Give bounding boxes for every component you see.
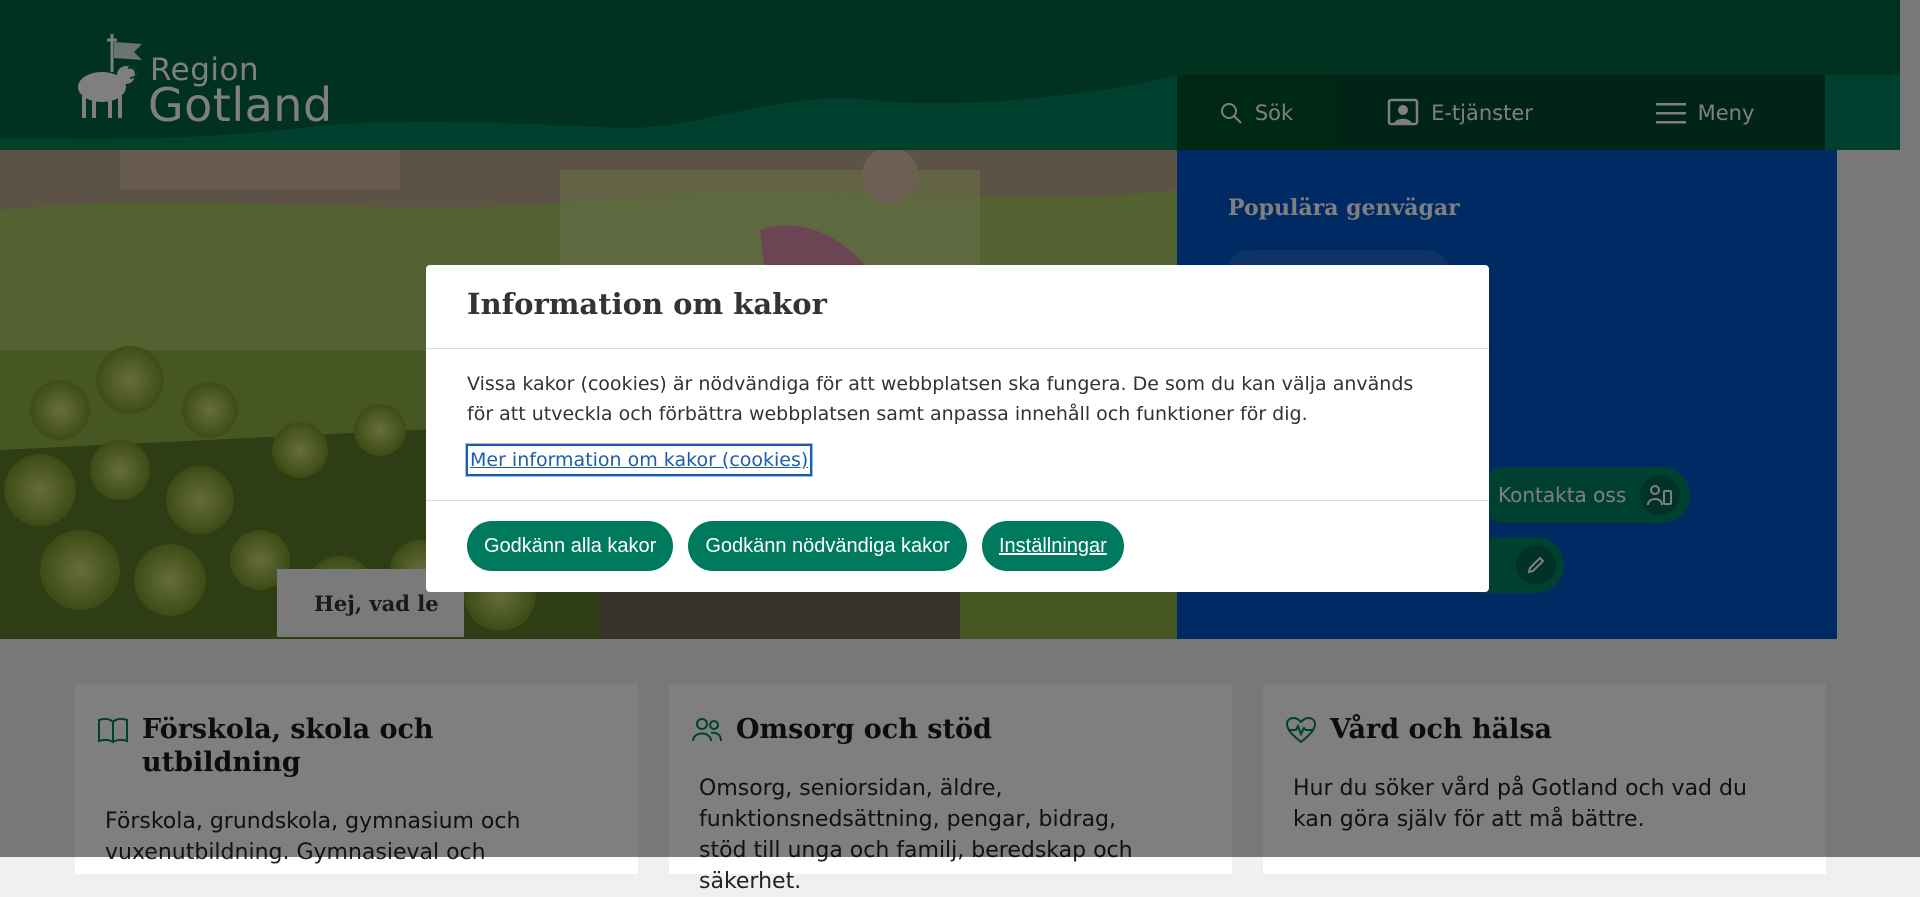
- cookie-dialog: Information om kakor Vissa kakor (cookie…: [426, 265, 1489, 592]
- accept-all-button[interactable]: Godkänn alla kakor: [467, 521, 674, 571]
- cookie-info-link[interactable]: Mer information om kakor (cookies): [464, 443, 814, 477]
- settings-button[interactable]: Inställningar: [981, 521, 1124, 571]
- dialog-body: Vissa kakor (cookies) är nödvändiga för …: [467, 373, 1414, 425]
- dialog-buttons: Godkänn alla kakor Godkänn nödvändiga ka…: [467, 521, 1124, 571]
- divider: [426, 500, 1489, 501]
- dialog-title: Information om kakor: [467, 287, 827, 321]
- divider: [426, 348, 1489, 349]
- accept-necessary-button[interactable]: Godkänn nödvändiga kakor: [688, 521, 967, 571]
